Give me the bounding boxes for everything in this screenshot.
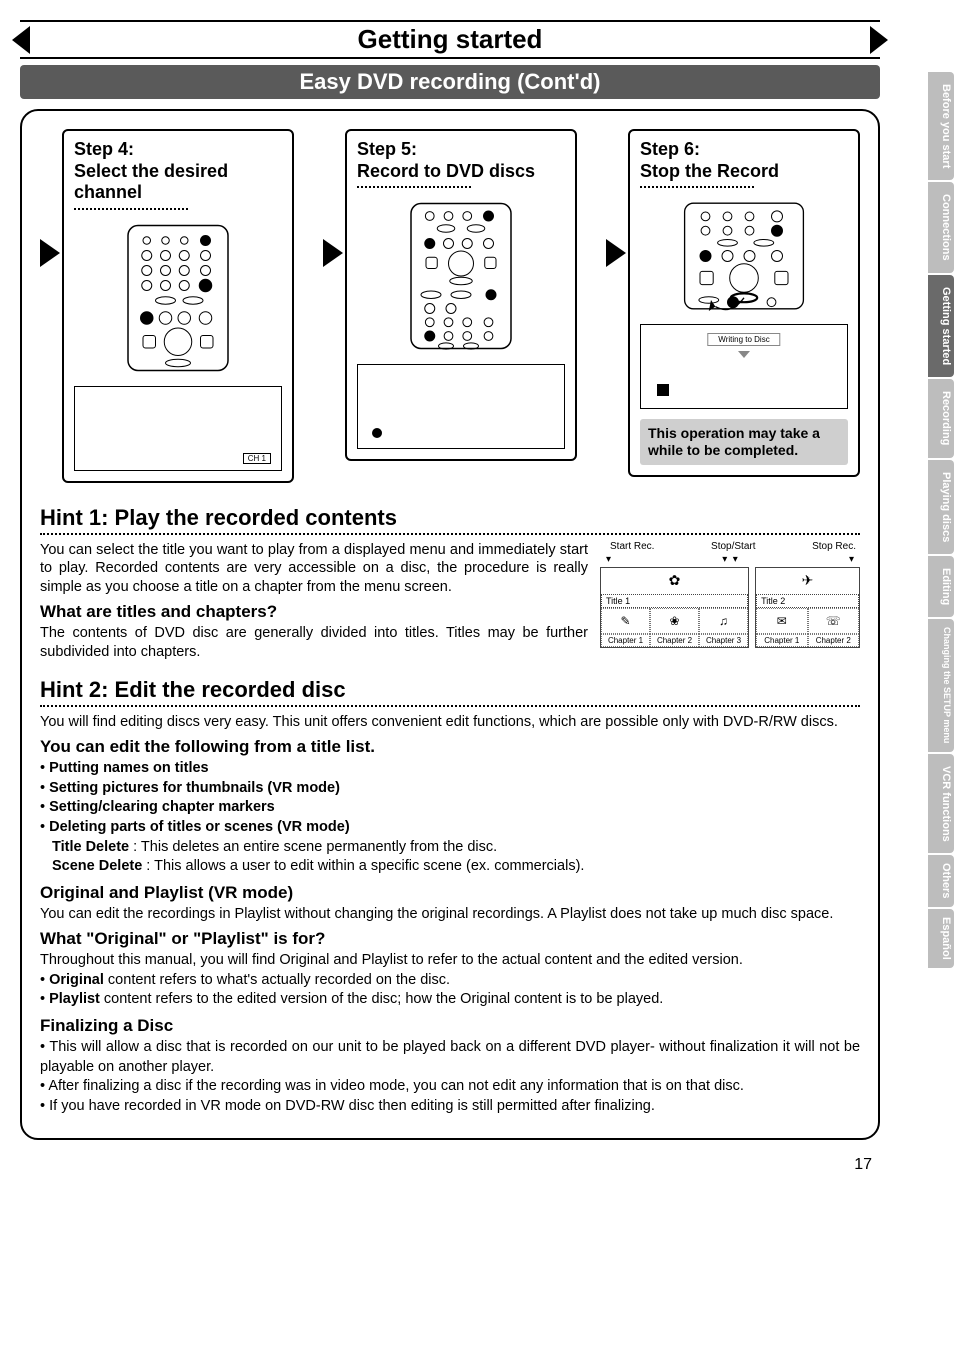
- hint1-p2: The contents of DVD disc are generally d…: [40, 624, 588, 661]
- hint1-sub: What are titles and chapters?: [40, 602, 588, 622]
- ribbon-title: Getting started: [358, 24, 543, 54]
- step-5-title: Step 5: Record to DVD discs: [357, 139, 565, 182]
- fin-bullet: • After finalizing a disc if the recordi…: [40, 1077, 860, 1097]
- fin-bullet: • If you have recorded in VR mode on DVD…: [40, 1097, 860, 1117]
- hint1-heading: Hint 1: Play the recorded contents: [40, 505, 860, 531]
- channel-label: CH 1: [243, 453, 271, 464]
- stop-icon: [657, 384, 669, 396]
- remote-diagram: [74, 218, 282, 378]
- content-frame: Step 4: Select the desired channel: [20, 109, 880, 1140]
- tab-playing-discs[interactable]: Playing discs: [928, 460, 954, 554]
- bullet: • Deleting parts of titles or scenes (VR…: [40, 818, 860, 838]
- hint2-p1: You will find editing discs very easy. T…: [40, 713, 860, 732]
- ch-label: Chapter 2: [808, 634, 859, 647]
- tab-vcr-functions[interactable]: VCR functions: [928, 754, 954, 854]
- remote-diagram: [640, 196, 848, 316]
- arrow-icon: [606, 239, 626, 267]
- tab-others[interactable]: Others: [928, 855, 954, 906]
- tab-espanol[interactable]: Español: [928, 909, 954, 968]
- title1-label: Title 1: [601, 594, 748, 608]
- title2-label: Title 2: [756, 594, 859, 608]
- bullet: • Putting names on titles: [40, 759, 860, 779]
- side-tabs: Before you start Connections Getting sta…: [928, 72, 954, 970]
- fin-head: Finalizing a Disc: [40, 1016, 860, 1036]
- tab-setup-menu[interactable]: Changing the SETUP menu: [928, 619, 954, 751]
- tab-recording[interactable]: Recording: [928, 379, 954, 457]
- page-ribbon: Getting started: [20, 20, 880, 59]
- what-p: Throughout this manual, you will find Or…: [40, 951, 860, 971]
- what-bullet: • Original content refers to what's actu…: [40, 971, 860, 991]
- orig-head: Original and Playlist (VR mode): [40, 883, 860, 903]
- marker-arrow: ▾ ▾: [722, 554, 738, 565]
- step-5-box: Step 5: Record to DVD discs: [345, 129, 577, 461]
- ch-label: Chapter 2: [650, 634, 699, 647]
- what-head: What "Original" or "Playlist" is for?: [40, 929, 860, 949]
- fin-bullet: • This will allow a disc that is recorde…: [40, 1038, 860, 1077]
- writing-label: Writing to Disc: [707, 333, 780, 346]
- edit-head: You can edit the following from a title …: [40, 737, 860, 757]
- marker-arrow: ▾: [606, 554, 611, 565]
- step-4-title: Step 4: Select the desired channel: [74, 139, 282, 204]
- ch-label: Chapter 3: [699, 634, 748, 647]
- section-bar: Easy DVD recording (Cont'd): [20, 65, 880, 99]
- step-6-box: Step 6: Stop the Record: [628, 129, 860, 477]
- note-strip: This operation may take a while to be co…: [640, 419, 848, 465]
- record-icon: [372, 428, 382, 438]
- step-4-box: Step 4: Select the desired channel: [62, 129, 294, 483]
- remote-diagram: [357, 196, 565, 356]
- chevron-down-icon: [738, 351, 750, 358]
- hint2-heading: Hint 2: Edit the recorded disc: [40, 677, 860, 703]
- ch-label: Chapter 1: [601, 634, 650, 647]
- marker-stopstart: Stop/Start: [711, 541, 755, 552]
- bullet: • Setting/clearing chapter markers: [40, 798, 860, 818]
- title-chapter-diagram: Start Rec. Stop/Start Stop Rec. ▾ ▾ ▾ ▾ …: [600, 541, 860, 671]
- tab-getting-started[interactable]: Getting started: [928, 275, 954, 377]
- ch-label: Chapter 1: [756, 634, 807, 647]
- marker-start: Start Rec.: [610, 541, 654, 552]
- marker-arrow: ▾: [849, 554, 854, 565]
- what-bullet: • Playlist content refers to the edited …: [40, 990, 860, 1010]
- arrow-icon: [40, 239, 60, 267]
- tv-screen: CH 1: [74, 386, 282, 471]
- tab-before-you-start[interactable]: Before you start: [928, 72, 954, 180]
- scene-delete-line: Scene Delete : This allows a user to edi…: [52, 857, 860, 877]
- arrow-icon: [323, 239, 343, 267]
- tv-screen: [357, 364, 565, 449]
- tab-editing[interactable]: Editing: [928, 556, 954, 617]
- tv-screen: Writing to Disc: [640, 324, 848, 409]
- hint1-p1: You can select the title you want to pla…: [40, 541, 588, 597]
- step-6-title: Step 6: Stop the Record: [640, 139, 848, 182]
- orig-p: You can edit the recordings in Playlist …: [40, 905, 860, 924]
- bullet: • Setting pictures for thumbnails (VR mo…: [40, 779, 860, 799]
- title-delete-line: Title Delete : This deletes an entire sc…: [52, 838, 860, 858]
- marker-stop: Stop Rec.: [812, 541, 856, 552]
- tab-connections[interactable]: Connections: [928, 182, 954, 273]
- page-number: 17: [20, 1156, 872, 1174]
